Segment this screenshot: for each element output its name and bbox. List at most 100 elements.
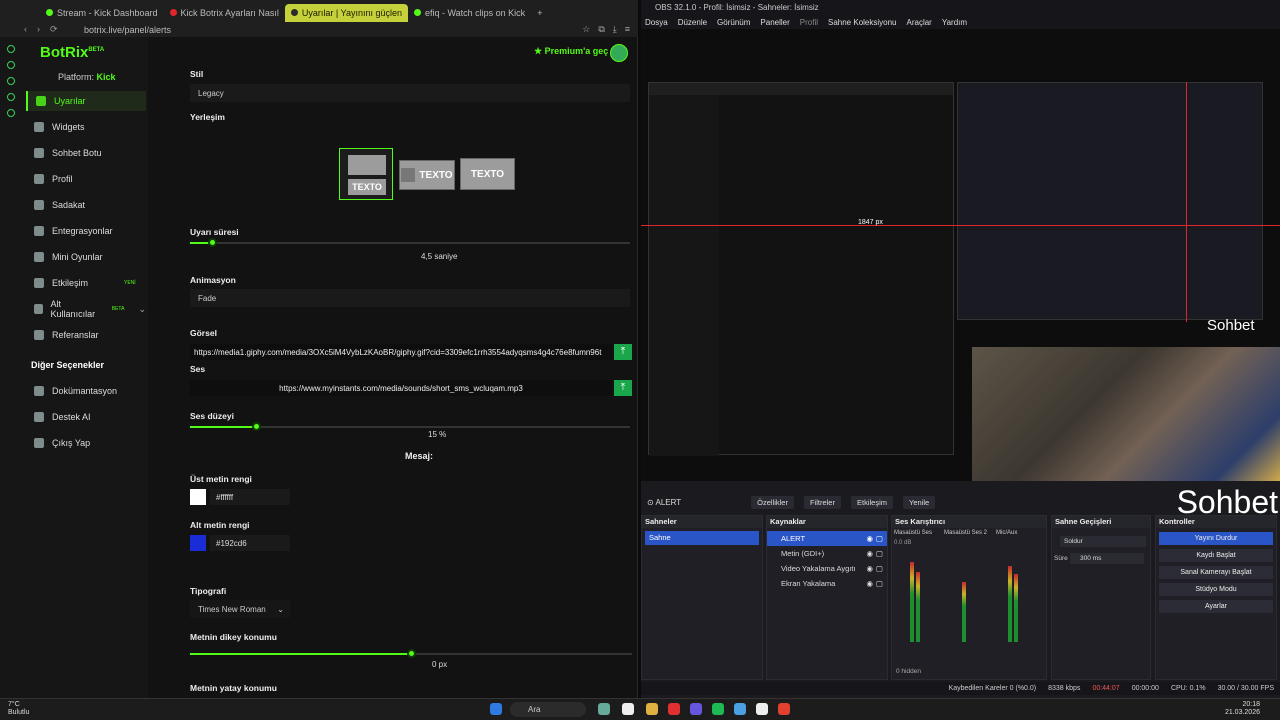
eye-icon[interactable]: ◉ [866, 531, 873, 546]
sidebar-item-minigames[interactable]: Mini Oyunlar [26, 247, 146, 267]
bottom-color-swatch[interactable] [190, 535, 206, 551]
rail-app-icon[interactable] [7, 45, 15, 53]
menu-icon[interactable]: ≡ [625, 24, 630, 35]
taskbar-search[interactable]: Ara [510, 702, 586, 717]
source-item-alert[interactable]: ALERT ◉ ▢ [767, 531, 887, 546]
eye-icon[interactable]: ◉ [866, 546, 873, 561]
rail-app-icon[interactable] [7, 93, 15, 101]
filters-button[interactable]: Filtreler [803, 495, 841, 509]
sidebar-item-logout[interactable]: Çıkış Yap [26, 433, 146, 453]
sidebar-item-profile[interactable]: Profil [26, 169, 146, 189]
animation-select[interactable]: Fade [190, 289, 630, 307]
start-virtual-camera-button[interactable]: Sanal Kamerayı Başlat [1159, 566, 1273, 579]
task-view-icon[interactable] [622, 703, 634, 715]
stop-stream-button[interactable]: Yayını Durdur [1159, 532, 1273, 545]
source-item-video-capture[interactable]: Video Yakalama Aygıtı ◉ ▢ [767, 561, 887, 576]
upload-image-button[interactable]: ⤒ [614, 344, 632, 360]
duration-slider-knob[interactable] [208, 238, 217, 247]
layout-option-stacked[interactable]: TEXTO [339, 148, 393, 200]
eye-icon[interactable]: ◉ [866, 561, 873, 576]
scene-item[interactable]: Sahne [645, 531, 759, 545]
discord-icon[interactable] [690, 703, 702, 715]
refresh-button[interactable]: Yenile [903, 495, 936, 509]
rail-app-icon[interactable] [7, 77, 15, 85]
lock-icon[interactable]: ▢ [876, 561, 883, 576]
studio-mode-button[interactable]: Stüdyo Modu [1159, 583, 1273, 596]
sidebar-item-docs[interactable]: Dokümantasyon [26, 381, 146, 401]
url-text[interactable]: botrix.live/panel/alerts [84, 25, 171, 35]
source-item-text[interactable]: Metin (GDI+) ◉ ▢ [767, 546, 887, 561]
vertical-slider-knob[interactable] [407, 649, 416, 658]
start-icon[interactable] [490, 703, 502, 715]
image-url-input[interactable]: https://media1.giphy.com/media/3OXc5iM4V… [190, 344, 612, 360]
extensions-icon[interactable]: ⧉ [598, 24, 604, 35]
lock-icon[interactable]: ▢ [876, 576, 883, 591]
new-tab-button[interactable]: + [531, 4, 548, 22]
menu-docks[interactable]: Paneller [760, 18, 789, 27]
chrome-icon[interactable] [778, 703, 790, 715]
volume-slider-knob[interactable] [252, 422, 261, 431]
sidebar-item-support-ai[interactable]: Destek AI [26, 407, 146, 427]
sound-url-input[interactable]: https://www.myinstants.com/media/sounds/… [190, 380, 612, 396]
menu-profile[interactable]: Profil [800, 18, 818, 27]
source-item-screen-capture[interactable]: Ekran Yakalama ◉ ▢ [767, 576, 887, 591]
layout-option-overlay[interactable]: TEXTO [460, 158, 515, 190]
bookmark-icon[interactable]: ☆ [582, 24, 590, 35]
explorer-icon[interactable] [646, 703, 658, 715]
weather-widget[interactable]: 7°C Bulutlu [8, 701, 29, 717]
clock[interactable]: 20:18 21.03.2026 [1225, 701, 1260, 717]
botrix-logo[interactable]: BotRixBETA [40, 44, 104, 61]
duration-slider-track[interactable] [190, 242, 630, 244]
sidebar-item-interaction[interactable]: Etkileşim YENİ [26, 273, 146, 293]
tab-efiq-clips[interactable]: efiq - Watch clips on Kick [408, 4, 531, 22]
transition-select[interactable]: Soldur [1060, 536, 1146, 547]
start-recording-button[interactable]: Kaydı Başlat [1159, 549, 1273, 562]
menu-edit[interactable]: Düzenle [678, 18, 707, 27]
settings-button[interactable]: Ayarlar [1159, 600, 1273, 613]
bottom-color-input[interactable]: #192cd6 [210, 535, 290, 551]
sidebar-item-loyalty[interactable]: Sadakat [26, 195, 146, 215]
interact-button[interactable]: Etkileşim [850, 495, 893, 509]
lock-icon[interactable]: ▢ [876, 546, 883, 561]
top-color-swatch[interactable] [190, 489, 206, 505]
sidebar-item-alerts[interactable]: Uyarılar [26, 91, 146, 111]
transition-duration-input[interactable]: 300 ms [1070, 553, 1144, 564]
sidebar-item-widgets[interactable]: Widgets [26, 117, 146, 137]
app-icon[interactable] [734, 703, 746, 715]
tab-botrix-alerts[interactable]: Uyarılar | Yayınını güçlen [284, 3, 408, 22]
style-select[interactable]: Legacy [190, 84, 630, 102]
lock-icon[interactable]: ▢ [876, 531, 883, 546]
menu-help[interactable]: Yardım [942, 18, 967, 27]
chevron-down-icon[interactable]: ⌄ [138, 304, 146, 315]
layout-option-side[interactable]: TEXTO [399, 160, 455, 190]
sidebar-item-referrals[interactable]: Referanslar [26, 325, 146, 345]
menu-view[interactable]: Görünüm [717, 18, 750, 27]
tab-youtube-botrix[interactable]: Kick Botrix Ayarları Nasıl [164, 4, 285, 22]
properties-button[interactable]: Özellikler [751, 495, 794, 509]
sidebar-item-subusers[interactable]: Alt Kullanıcılar BETA ⌄ [26, 299, 146, 319]
download-icon[interactable]: ⤓ [613, 24, 617, 35]
spotify-icon[interactable] [712, 703, 724, 715]
back-icon[interactable]: ‹ [24, 24, 27, 35]
sidebar-item-chatbot[interactable]: Sohbet Botu [26, 143, 146, 163]
address-bar[interactable]: ‹ › ⟳ botrix.live/panel/alerts ☆ ⧉ ⤓ ≡ [0, 22, 638, 37]
rail-app-icon[interactable] [7, 61, 15, 69]
tab-kick-dashboard[interactable]: Stream - Kick Dashboard [40, 4, 164, 22]
premium-button[interactable]: ★ Premium'a geç [534, 46, 608, 57]
eye-icon[interactable]: ◉ [866, 576, 873, 591]
obs-icon[interactable] [756, 703, 768, 715]
menu-file[interactable]: Dosya [645, 18, 668, 27]
opera-icon[interactable] [668, 703, 680, 715]
font-select[interactable]: Times New Roman ⌄ [190, 600, 290, 618]
sidebar-item-integrations[interactable]: Entegrasyonlar [26, 221, 146, 241]
widgets-app-icon[interactable] [598, 703, 610, 715]
reload-icon[interactable]: ⟳ [50, 24, 58, 35]
top-color-input[interactable]: #ffffff [210, 489, 290, 505]
menu-tools[interactable]: Araçlar [907, 18, 932, 27]
avatar[interactable] [610, 44, 628, 62]
forward-icon[interactable]: › [37, 24, 40, 35]
upload-sound-button[interactable]: ⤒ [614, 380, 632, 396]
obs-preview[interactable]: 1847 px Sohbet [641, 29, 1280, 481]
menu-scene-collection[interactable]: Sahne Koleksiyonu [828, 18, 897, 27]
rail-app-icon[interactable] [7, 109, 15, 117]
